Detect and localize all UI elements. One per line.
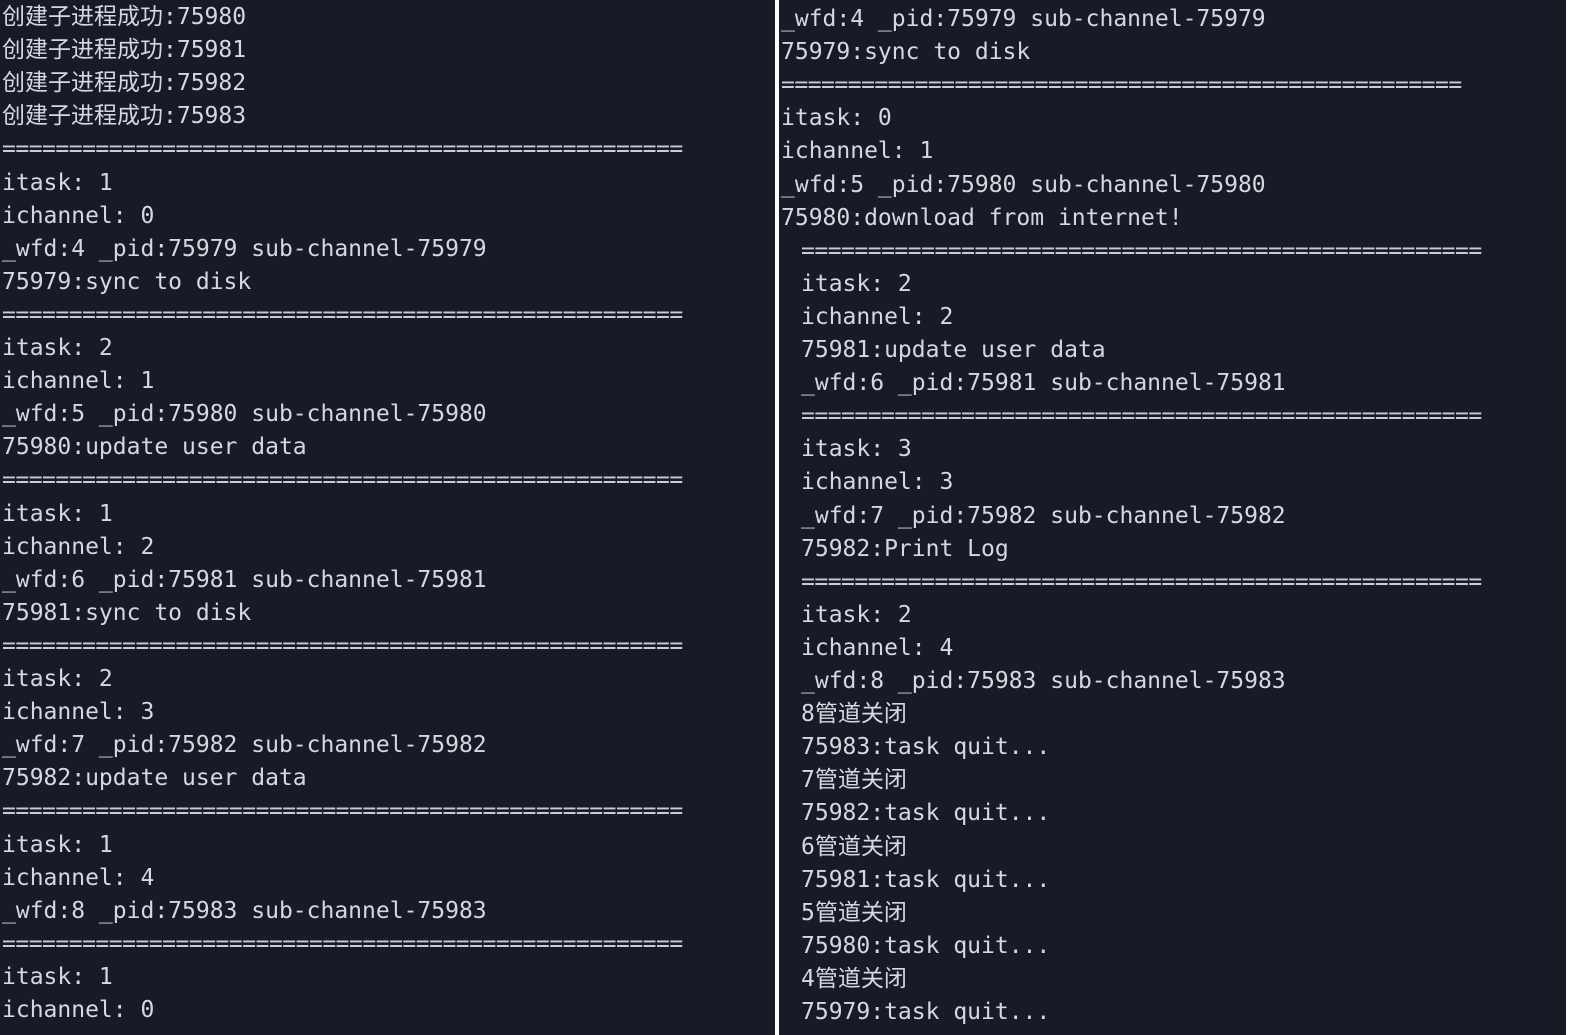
terminal-line: ========================================… <box>801 403 1482 430</box>
terminal-line: 75983:task quit... <box>801 734 1051 761</box>
terminal-line: _wfd:4 _pid:75979 sub-channel-75979 <box>2 235 487 262</box>
terminal-line: 8管道关闭 <box>801 701 907 728</box>
screenshot: 创建子进程成功:75980 创建子进程成功:75981 创建子进程成功:75982 创… <box>0 0 1586 1035</box>
terminal-line: 75980:task quit... <box>801 932 1051 959</box>
terminal-line: 75980:download from internet! <box>781 204 1183 231</box>
terminal-line: 75982:task quit... <box>801 800 1051 827</box>
terminal-line: ichannel: 4 <box>2 864 155 891</box>
terminal-line: itask: 1 <box>2 963 113 990</box>
terminal-line: 4管道关闭 <box>801 965 907 992</box>
terminal-line: 75980:update user data <box>2 434 307 461</box>
terminal-line: _wfd:5 _pid:75980 sub-channel-75980 <box>781 171 1266 198</box>
terminal-line: ========================================… <box>801 237 1482 264</box>
terminal-line: itask: 1 <box>2 169 113 196</box>
terminal-line: _wfd:6 _pid:75981 sub-channel-75981 <box>801 370 1286 397</box>
terminal-output-right: _wfd:4 _pid:75979 sub-channel-75979 75979… <box>779 0 1566 1035</box>
terminal-line: ichannel: 0 <box>2 202 155 229</box>
terminal-line: itask: 0 <box>781 105 892 132</box>
terminal-line: ichannel: 0 <box>2 997 155 1023</box>
terminal-line: ========================================… <box>2 798 683 825</box>
terminal-output-left: 创建子进程成功:75980 创建子进程成功:75981 创建子进程成功:75982 创… <box>0 0 775 1035</box>
terminal-line: itask: 2 <box>2 335 113 361</box>
terminal-line: 7管道关闭 <box>801 767 907 794</box>
terminal-line: 6管道关闭 <box>801 833 907 860</box>
terminal-line: ========================================… <box>781 72 1462 99</box>
terminal-line: 75982:Print Log <box>801 535 1009 562</box>
terminal-line: ========================================… <box>2 136 683 163</box>
terminal-line: ichannel: 1 <box>781 138 934 165</box>
terminal-line: _wfd:5 _pid:75980 sub-channel-75980 <box>2 401 487 428</box>
terminal-line: _wfd:8 _pid:75983 sub-channel-75983 <box>801 668 1286 694</box>
terminal-line: 创建子进程成功:75981 <box>2 37 247 64</box>
terminal-line: itask: 1 <box>2 500 113 527</box>
terminal-line: ichannel: 3 <box>2 699 155 726</box>
terminal-line: ========================================… <box>2 632 683 659</box>
terminal-line: 创建子进程成功:75982 <box>2 70 247 97</box>
terminal-line: itask: 2 <box>2 666 113 692</box>
terminal-line: itask: 2 <box>801 270 912 297</box>
terminal-line: 75981:sync to disk <box>2 599 252 626</box>
terminal-line: 75979:task quit... <box>801 999 1051 1025</box>
terminal-line: ========================================… <box>2 930 683 957</box>
terminal-line: ichannel: 4 <box>801 634 954 661</box>
terminal-line: ========================================… <box>2 301 683 328</box>
terminal-line: _wfd:7 _pid:75982 sub-channel-75982 <box>801 502 1286 529</box>
terminal-line: _wfd:4 _pid:75979 sub-channel-75979 <box>781 6 1266 32</box>
terminal-line: ========================================… <box>801 568 1482 595</box>
terminal-line: 75982:update user data <box>2 765 307 792</box>
terminal-line: ichannel: 2 <box>2 533 155 560</box>
terminal-line: ichannel: 1 <box>2 368 155 395</box>
terminal-line: 75981:update user data <box>801 337 1106 363</box>
terminal-line: 75981:task quit... <box>801 866 1051 893</box>
terminal-line: itask: 2 <box>801 601 912 628</box>
terminal-line: 75979:sync to disk <box>2 268 252 295</box>
terminal-line: 创建子进程成功:75983 <box>2 103 247 130</box>
terminal-line: 75979:sync to disk <box>781 39 1031 66</box>
terminal-line: ichannel: 2 <box>801 303 954 330</box>
terminal-line: ========================================… <box>2 467 683 494</box>
terminal-line: _wfd:8 _pid:75983 sub-channel-75983 <box>2 897 487 924</box>
terminal-line: 5管道关闭 <box>801 899 907 926</box>
terminal-line: _wfd:7 _pid:75982 sub-channel-75982 <box>2 732 487 759</box>
terminal-line: itask: 3 <box>801 436 912 463</box>
terminal-line: _wfd:6 _pid:75981 sub-channel-75981 <box>2 566 487 593</box>
terminal-line: 创建子进程成功:75980 <box>2 4 247 30</box>
terminal-line: ichannel: 3 <box>801 469 954 496</box>
terminal-line: itask: 1 <box>2 831 113 858</box>
